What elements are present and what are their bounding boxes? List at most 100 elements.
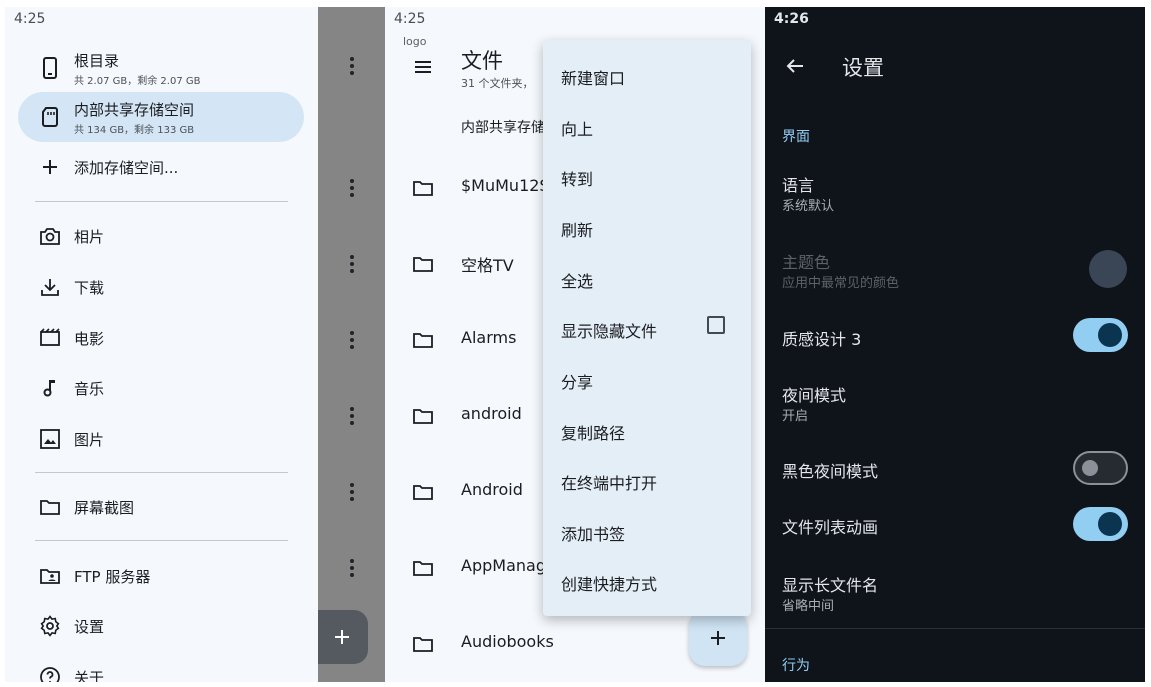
menu-item-label: 新建窗口 bbox=[561, 69, 626, 88]
black-night-switch[interactable] bbox=[1073, 451, 1128, 485]
menu-item-open-terminal[interactable]: 在终端中打开 bbox=[543, 455, 751, 505]
menu-item-new-window[interactable]: 新建窗口 bbox=[543, 50, 751, 100]
drive-root[interactable]: 根目录 共 2.07 GB，剩余 2.07 GB bbox=[18, 43, 304, 93]
drive-title: 根目录 bbox=[74, 52, 120, 70]
switch-knob bbox=[1082, 460, 1098, 476]
bookmark-photos[interactable]: 相片 bbox=[18, 214, 304, 258]
menu-item-refresh[interactable]: 刷新 bbox=[543, 202, 751, 252]
sd-card-icon bbox=[42, 107, 58, 127]
menu-icon[interactable] bbox=[411, 55, 435, 79]
more-vert-icon[interactable] bbox=[344, 480, 360, 504]
drive-internal-storage[interactable]: 内部共享存储空间 共 134 GB，剩余 133 GB bbox=[18, 92, 304, 142]
folder-shared-icon bbox=[40, 569, 60, 584]
folder-icon bbox=[413, 561, 433, 576]
setting-list-animation[interactable]: 文件列表动画 bbox=[765, 504, 1145, 544]
more-vert-icon[interactable] bbox=[344, 556, 360, 580]
add-fab[interactable] bbox=[689, 610, 747, 666]
plus-icon bbox=[335, 630, 349, 644]
more-vert-icon[interactable] bbox=[344, 328, 360, 352]
folder-count: 31 个文件夹， bbox=[461, 77, 534, 90]
setting-black-night-mode[interactable]: 黑色夜间模式 bbox=[765, 448, 1145, 488]
music-note-icon bbox=[43, 380, 55, 397]
image-icon bbox=[40, 429, 60, 449]
menu-item-add-bookmark[interactable]: 添加书签 bbox=[543, 506, 751, 556]
bookmark-downloads[interactable]: 下载 bbox=[18, 265, 304, 309]
setting-value: 应用中最常见的颜色 bbox=[782, 276, 900, 291]
setting-value: 开启 bbox=[782, 409, 809, 424]
menu-item-navigate-up[interactable]: 向上 bbox=[543, 101, 751, 151]
add-storage-label: 添加存储空间... bbox=[74, 159, 179, 177]
bookmark-label: 相片 bbox=[74, 228, 105, 246]
menu-item-label: 转到 bbox=[561, 170, 594, 189]
setting-value: 系统默认 bbox=[782, 199, 835, 214]
more-vert-icon[interactable] bbox=[344, 176, 360, 200]
ftp-server-item[interactable]: FTP 服务器 bbox=[18, 554, 304, 598]
menu-item-share[interactable]: 分享 bbox=[543, 354, 751, 404]
file-name: Alarms bbox=[461, 328, 517, 347]
file-name: AppManag bbox=[461, 556, 546, 575]
bookmark-pictures[interactable]: 图片 bbox=[18, 417, 304, 461]
menu-item-go-to[interactable]: 转到 bbox=[543, 151, 751, 201]
ftp-label: FTP 服务器 bbox=[74, 568, 151, 586]
setting-material3[interactable]: 质感设计 3 bbox=[765, 315, 1145, 355]
bookmark-label: 屏幕截图 bbox=[74, 499, 135, 517]
switch-knob bbox=[1098, 323, 1122, 347]
movie-icon bbox=[40, 328, 60, 346]
about-item[interactable]: 关于 bbox=[18, 655, 304, 682]
settings-item[interactable]: 设置 bbox=[18, 604, 304, 648]
drive-usage: 共 2.07 GB，剩余 2.07 GB bbox=[74, 76, 201, 87]
file-name: android bbox=[461, 404, 522, 423]
folder-icon bbox=[40, 500, 60, 515]
drive-title: 内部共享存储空间 bbox=[74, 101, 195, 119]
setting-title: 主题色 bbox=[782, 253, 831, 272]
bookmark-screenshots[interactable]: 屏幕截图 bbox=[18, 485, 304, 529]
bookmark-label: 下载 bbox=[74, 279, 105, 297]
setting-title: 语言 bbox=[782, 176, 815, 195]
setting-language[interactable]: 语言 系统默认 bbox=[765, 167, 1145, 219]
setting-title: 夜间模式 bbox=[782, 386, 847, 405]
page-title: 设置 bbox=[842, 56, 884, 80]
menu-item-label: 刷新 bbox=[561, 221, 594, 240]
setting-value: 省略中间 bbox=[782, 599, 835, 614]
divider bbox=[35, 540, 288, 541]
menu-item-label: 创建快捷方式 bbox=[561, 575, 658, 594]
bookmark-music[interactable]: 音乐 bbox=[18, 366, 304, 410]
help-icon bbox=[40, 667, 60, 682]
phone-icon bbox=[43, 57, 57, 79]
menu-item-select-all[interactable]: 全选 bbox=[543, 253, 751, 303]
overflow-menu: 新建窗口 向上 转到 刷新 全选 显示隐藏文件 分享 复制路径 在终端中打开 添… bbox=[543, 40, 751, 616]
menu-item-copy-path[interactable]: 复制路径 bbox=[543, 405, 751, 455]
setting-title: 文件列表动画 bbox=[782, 518, 879, 537]
material3-switch[interactable] bbox=[1073, 318, 1128, 352]
camera-icon bbox=[40, 228, 60, 245]
section-header-behavior: 行为 bbox=[782, 658, 810, 674]
divider bbox=[765, 628, 1145, 629]
folder-icon bbox=[413, 409, 433, 424]
menu-item-label: 向上 bbox=[561, 120, 594, 139]
more-vert-icon[interactable] bbox=[344, 54, 360, 78]
back-arrow-icon[interactable] bbox=[783, 54, 807, 78]
setting-title: 显示长文件名 bbox=[782, 576, 879, 595]
menu-item-show-hidden[interactable]: 显示隐藏文件 bbox=[543, 303, 751, 353]
add-fab-dimmed[interactable] bbox=[318, 610, 368, 664]
setting-night-mode[interactable]: 夜间模式 开启 bbox=[765, 377, 1145, 429]
bookmark-movies[interactable]: 电影 bbox=[18, 316, 304, 360]
folder-icon bbox=[413, 257, 433, 272]
breadcrumb[interactable]: 内部共享存储 bbox=[461, 117, 545, 137]
bookmark-label: 电影 bbox=[74, 330, 105, 348]
show-hidden-checkbox[interactable] bbox=[707, 316, 725, 334]
menu-item-create-shortcut[interactable]: 创建快捷方式 bbox=[543, 556, 751, 606]
bookmark-label: 图片 bbox=[74, 431, 105, 449]
list-animation-switch[interactable] bbox=[1073, 507, 1128, 541]
more-vert-icon[interactable] bbox=[344, 404, 360, 428]
setting-long-filenames[interactable]: 显示长文件名 省略中间 bbox=[765, 567, 1145, 619]
add-storage-item[interactable]: 添加存储空间... bbox=[18, 145, 304, 189]
more-vert-icon[interactable] bbox=[344, 252, 360, 276]
menu-item-label: 在终端中打开 bbox=[561, 474, 658, 493]
navigation-drawer: 4:25 根目录 共 2.07 GB，剩余 2.07 GB 内部共享存储空间 共… bbox=[5, 7, 318, 682]
divider bbox=[35, 472, 288, 473]
folder-icon bbox=[413, 485, 433, 500]
setting-theme-color[interactable]: 主题色 应用中最常见的颜色 bbox=[765, 244, 1145, 296]
drive-usage: 共 134 GB，剩余 133 GB bbox=[74, 125, 195, 136]
page-title: 文件 bbox=[461, 49, 503, 73]
